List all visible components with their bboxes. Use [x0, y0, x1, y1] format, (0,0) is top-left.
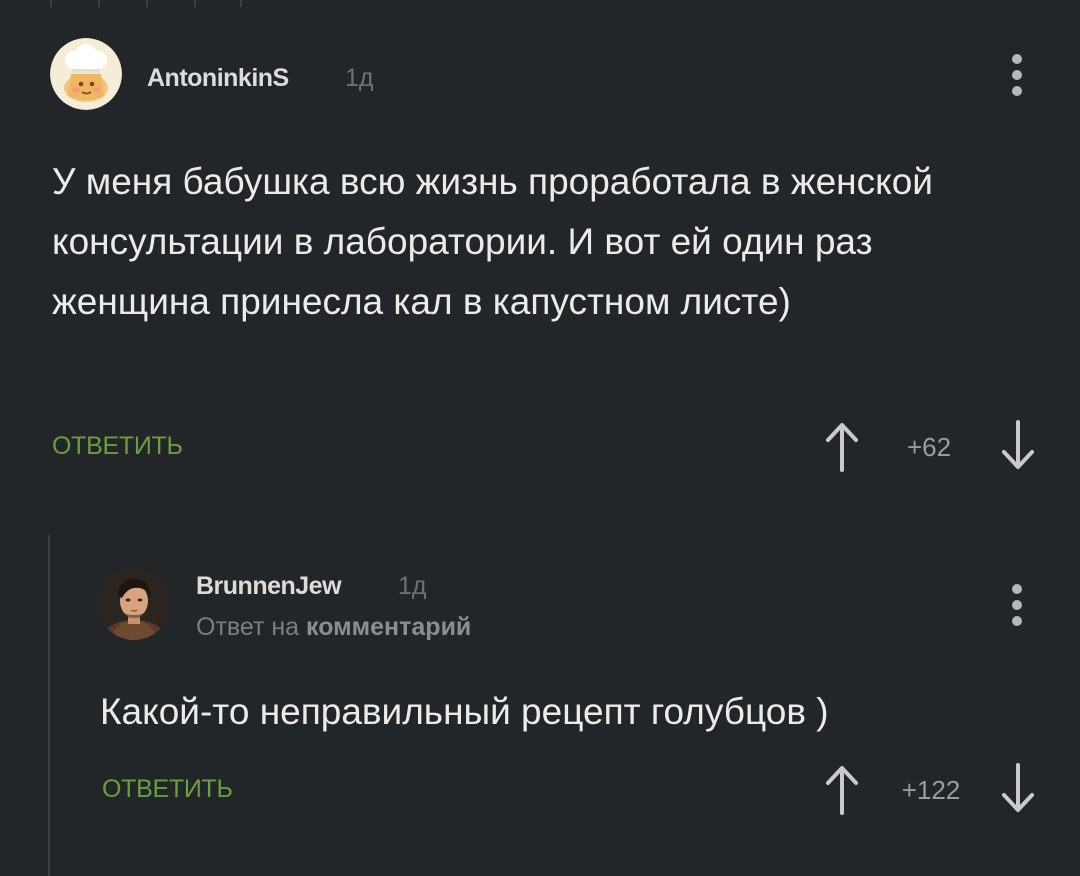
comment-time: 1д: [345, 64, 374, 92]
comment-username[interactable]: AntoninkinS: [147, 64, 289, 93]
downvote-arrow-icon[interactable]: [998, 763, 1038, 815]
comment-reply: BrunnenJew 1д Ответ на комментарий Какой…: [0, 530, 1080, 876]
reply-button[interactable]: ОТВЕТИТЬ: [102, 775, 233, 804]
comment-score: +122: [901, 775, 961, 805]
comment: AntoninkinS 1д У меня бабушка всю жизнь …: [0, 0, 1080, 500]
comment-text: Какой-то неправильный рецепт голубцов ): [100, 691, 829, 732]
more-options-icon[interactable]: [1007, 52, 1027, 102]
comment-text: У меня бабушка всю жизнь проработала в ж…: [52, 161, 933, 322]
chef-avatar-icon[interactable]: [50, 38, 122, 110]
comment-username[interactable]: BrunnenJew: [196, 572, 342, 601]
reply-button[interactable]: ОТВЕТИТЬ: [52, 432, 183, 461]
comment-time: 1д: [398, 572, 427, 600]
downvote-arrow-icon[interactable]: [998, 420, 1038, 472]
reply-to-info: Ответ на комментарий: [196, 613, 471, 642]
reply-target-link[interactable]: комментарий: [306, 613, 471, 641]
upvote-arrow-icon[interactable]: [822, 763, 862, 815]
reply-prefix: Ответ на: [196, 613, 300, 641]
comment-score: +62: [906, 432, 952, 462]
user-photo-avatar[interactable]: [98, 568, 170, 640]
upvote-arrow-icon[interactable]: [822, 420, 862, 472]
more-options-icon[interactable]: [1007, 582, 1027, 632]
